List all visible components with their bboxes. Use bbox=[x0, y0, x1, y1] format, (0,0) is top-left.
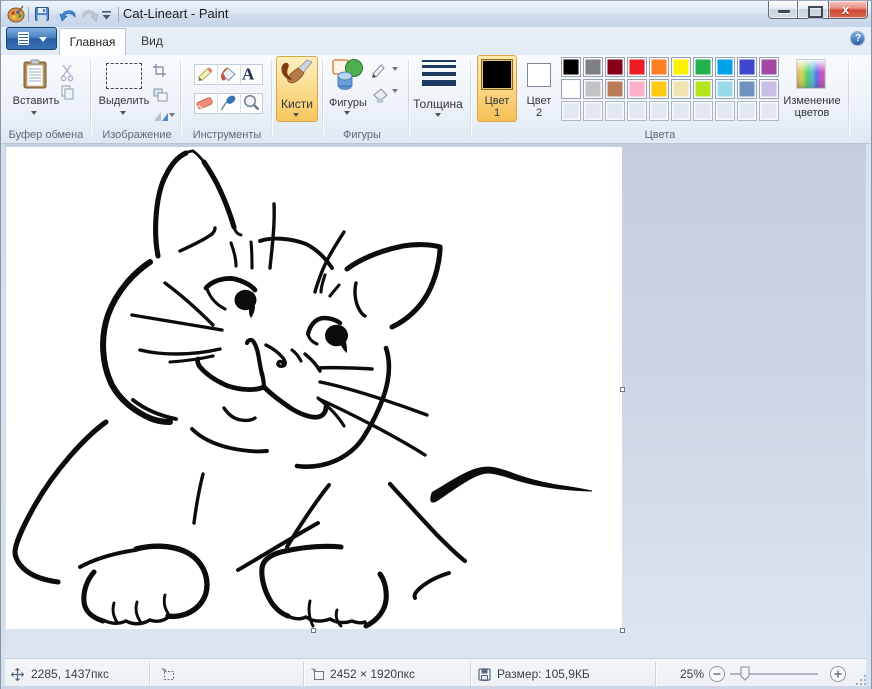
svg-text:A: A bbox=[242, 65, 255, 84]
